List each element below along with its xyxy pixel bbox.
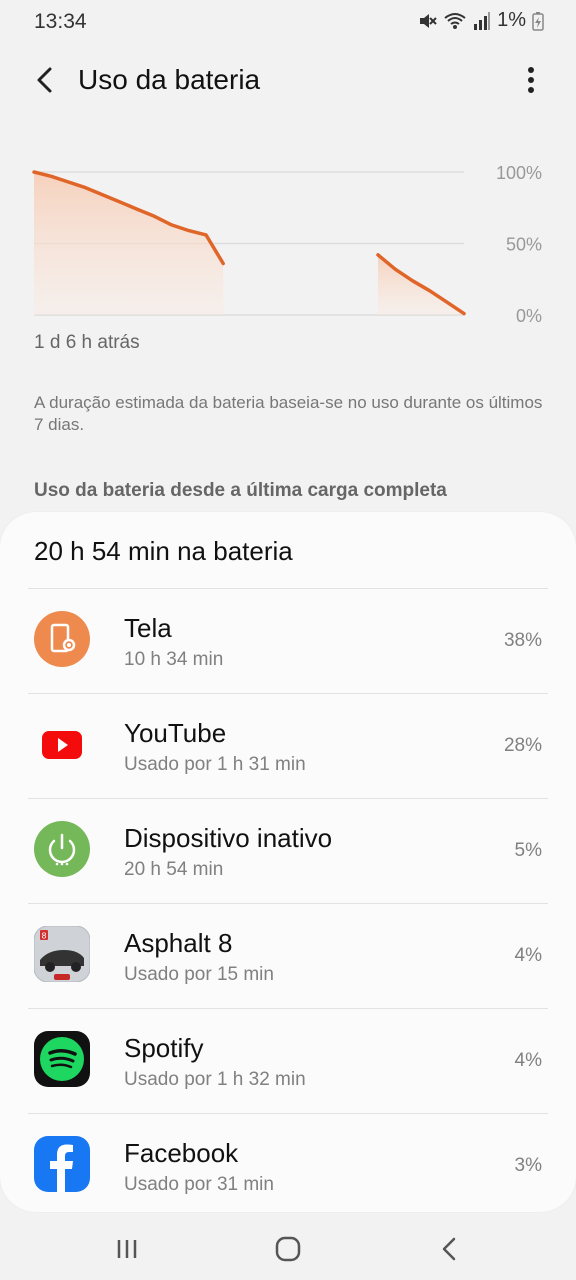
app-usage-list: Tela 10 h 34 min 38% YouTube Usado por 1… bbox=[0, 588, 576, 1218]
app-percent: 28% bbox=[503, 735, 542, 756]
asphalt8-icon: 8 bbox=[34, 926, 90, 982]
app-usage-time: 10 h 34 min bbox=[124, 649, 224, 670]
y-tick-label: 50% bbox=[506, 235, 542, 255]
app-percent: 4% bbox=[514, 945, 542, 966]
facebook-icon bbox=[34, 1136, 90, 1192]
more-options-icon[interactable] bbox=[516, 64, 546, 96]
app-name: Spotify bbox=[124, 1033, 204, 1063]
section-title: Uso da bateria desde a última carga comp… bbox=[34, 480, 447, 501]
app-header: Uso da bateria bbox=[0, 50, 576, 112]
back-arrow-icon[interactable] bbox=[30, 64, 62, 96]
app-percent: 38% bbox=[503, 630, 542, 651]
battery-estimate-note: A duração estimada da bateria baseia-se … bbox=[34, 393, 543, 434]
app-name: Dispositivo inativo bbox=[124, 823, 333, 853]
status-bar: 13:34 1% bbox=[0, 0, 576, 42]
screen-brightness-icon bbox=[34, 611, 90, 667]
y-tick-label: 100% bbox=[496, 163, 542, 183]
wifi-icon bbox=[444, 12, 466, 29]
y-tick-label: 0% bbox=[516, 306, 542, 326]
list-item-youtube[interactable]: YouTube Usado por 1 h 31 min 28% bbox=[28, 693, 548, 798]
app-usage-time: Usado por 15 min bbox=[124, 964, 274, 985]
list-item-spotify[interactable]: Spotify Usado por 1 h 32 min 4% bbox=[28, 1008, 548, 1113]
app-usage-time: Usado por 1 h 31 min bbox=[124, 754, 306, 775]
list-item-tela[interactable]: Tela 10 h 34 min 38% bbox=[28, 588, 548, 693]
time-on-battery: 20 h 54 min na bateria bbox=[34, 536, 293, 566]
app-usage-time: Usado por 31 min bbox=[124, 1174, 274, 1195]
home-icon[interactable] bbox=[273, 1234, 303, 1264]
app-usage-time: 20 h 54 min bbox=[124, 859, 224, 880]
status-icons: 1% bbox=[417, 9, 544, 32]
app-percent: 5% bbox=[514, 840, 542, 861]
app-name: Asphalt 8 bbox=[124, 928, 233, 958]
usage-card: 20 h 54 min na bateria Tela 10 h 34 min … bbox=[0, 512, 576, 1212]
list-item-facebook[interactable]: Facebook Usado por 31 min 3% bbox=[28, 1113, 548, 1218]
status-time: 13:34 bbox=[34, 10, 87, 33]
youtube-icon bbox=[42, 731, 82, 759]
app-percent: 3% bbox=[514, 1155, 542, 1176]
app-percent: 4% bbox=[514, 1050, 542, 1071]
page-title: Uso da bateria bbox=[78, 64, 261, 95]
battery-charging-icon bbox=[532, 11, 544, 31]
power-idle-icon bbox=[34, 821, 90, 877]
app-usage-time: Usado por 1 h 32 min bbox=[124, 1069, 306, 1090]
list-item-asphalt8[interactable]: 8 Asphalt 8 Usado por 15 min 4% bbox=[28, 903, 548, 1008]
app-name: Tela bbox=[124, 613, 172, 643]
recents-icon[interactable] bbox=[112, 1234, 142, 1264]
chart-x-caption: 1 d 6 h atrás bbox=[34, 332, 140, 353]
back-icon[interactable] bbox=[435, 1234, 465, 1264]
signal-icon bbox=[474, 11, 491, 30]
navigation-bar bbox=[0, 1212, 576, 1280]
spotify-icon bbox=[34, 1031, 90, 1087]
app-name: YouTube bbox=[124, 718, 227, 748]
list-item-idle[interactable]: Dispositivo inativo 20 h 54 min 5% bbox=[28, 798, 548, 903]
battery-usage-chart: 100% 50% 0% bbox=[32, 163, 542, 326]
battery-area-segment-1 bbox=[34, 172, 224, 315]
mute-icon bbox=[420, 13, 437, 28]
svg-text:8: 8 bbox=[41, 932, 46, 941]
battery-percent: 1% bbox=[497, 9, 526, 31]
app-name: Facebook bbox=[124, 1138, 239, 1168]
